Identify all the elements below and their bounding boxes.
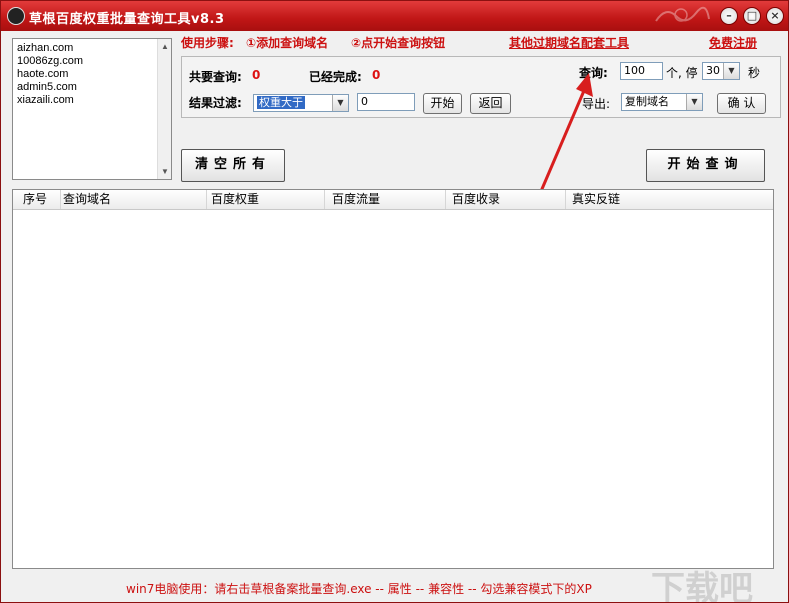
title-bar[interactable]: 草根百度权重批量查询工具v8.3 – □ × bbox=[1, 1, 788, 31]
seconds-select[interactable]: 30 ▼ bbox=[702, 62, 740, 80]
column-header[interactable]: 查询域名 bbox=[57, 190, 207, 209]
watermark-logo: 下载吧 bbox=[651, 569, 753, 603]
close-button[interactable]: × bbox=[766, 7, 784, 25]
list-item[interactable]: haote.com bbox=[17, 68, 167, 81]
filter-label: 结果过滤: bbox=[189, 96, 242, 110]
column-header[interactable]: 序号 bbox=[17, 190, 61, 209]
column-header[interactable]: 百度流量 bbox=[326, 190, 446, 209]
control-panel: 共要查询: 0 已经完成: 0 查询: 100 个, 停 30 ▼ 秒 结果过滤… bbox=[181, 56, 781, 118]
step-two-text: ②点开始查询按钮 bbox=[351, 36, 446, 50]
domain-list[interactable]: aizhan.com 10086zg.com haote.com admin5.… bbox=[12, 38, 172, 180]
chevron-down-icon[interactable]: ▼ bbox=[723, 63, 739, 79]
list-item[interactable]: aizhan.com bbox=[17, 42, 167, 55]
cloud-decoration-icon bbox=[655, 6, 710, 22]
step-one-text: ①添加查询域名 bbox=[246, 36, 329, 50]
column-header[interactable]: 百度收录 bbox=[446, 190, 566, 209]
scroll-up-icon[interactable]: ▲ bbox=[161, 40, 169, 53]
export-option: 复制域名 bbox=[625, 95, 669, 108]
other-tools-link[interactable]: 其他过期域名配套工具 bbox=[509, 34, 629, 51]
filter-back-button[interactable]: 返回 bbox=[470, 93, 511, 114]
query-count-input[interactable]: 100 bbox=[620, 62, 663, 80]
column-header[interactable]: 真实反链 bbox=[566, 190, 773, 209]
list-item[interactable]: xiazaili.com bbox=[17, 94, 167, 107]
column-header[interactable]: 百度权重 bbox=[205, 190, 325, 209]
app-logo-icon bbox=[7, 7, 25, 25]
seconds-unit: 秒 bbox=[748, 66, 761, 80]
list-scrollbar[interactable]: ▲ ▼ bbox=[157, 39, 171, 179]
start-query-button[interactable]: 开始查询 bbox=[646, 149, 765, 182]
filter-start-button[interactable]: 开始 bbox=[423, 93, 462, 114]
list-item[interactable]: admin5.com bbox=[17, 81, 167, 94]
annotation-arrow-icon bbox=[537, 73, 593, 197]
total-value: 0 bbox=[252, 68, 261, 82]
query-stop-unit: 个, 停 bbox=[666, 66, 698, 80]
minimize-button[interactable]: – bbox=[720, 7, 738, 25]
confirm-button[interactable]: 确 认 bbox=[717, 93, 766, 114]
footer-note: win7电脑使用：请右击草根备案批量查询.exe -- 属性 -- 兼容性 --… bbox=[126, 582, 592, 596]
scroll-down-icon[interactable]: ▼ bbox=[161, 165, 169, 178]
export-select[interactable]: 复制域名 ▼ bbox=[621, 93, 703, 111]
register-link[interactable]: 免费注册 bbox=[709, 34, 757, 51]
list-item[interactable]: 10086zg.com bbox=[17, 55, 167, 68]
chevron-down-icon[interactable]: ▼ bbox=[332, 95, 348, 111]
app-window: 草根百度权重批量查询工具v8.3 – □ × aizhan.com 10086z… bbox=[0, 0, 789, 603]
seconds-value: 30 bbox=[706, 64, 720, 77]
chevron-down-icon[interactable]: ▼ bbox=[686, 94, 702, 110]
clear-all-button[interactable]: 清空所有 bbox=[181, 149, 285, 182]
done-label: 已经完成: bbox=[309, 70, 362, 84]
total-label: 共要查询: bbox=[189, 70, 242, 84]
steps-prefix: 使用步骤: bbox=[181, 36, 234, 50]
filter-select[interactable]: 权重大于 ▼ bbox=[253, 94, 349, 112]
filter-option: 权重大于 bbox=[257, 96, 305, 109]
filter-value-input[interactable]: 0 bbox=[357, 93, 415, 111]
restore-button[interactable]: □ bbox=[743, 7, 761, 25]
done-value: 0 bbox=[372, 68, 381, 82]
window-title: 草根百度权重批量查询工具v8.3 bbox=[29, 12, 225, 27]
table-header: 序号 查询域名 百度权重 百度流量 百度收录 真实反链 bbox=[13, 190, 773, 210]
results-table[interactable]: 序号 查询域名 百度权重 百度流量 百度收录 真实反链 bbox=[12, 189, 774, 569]
